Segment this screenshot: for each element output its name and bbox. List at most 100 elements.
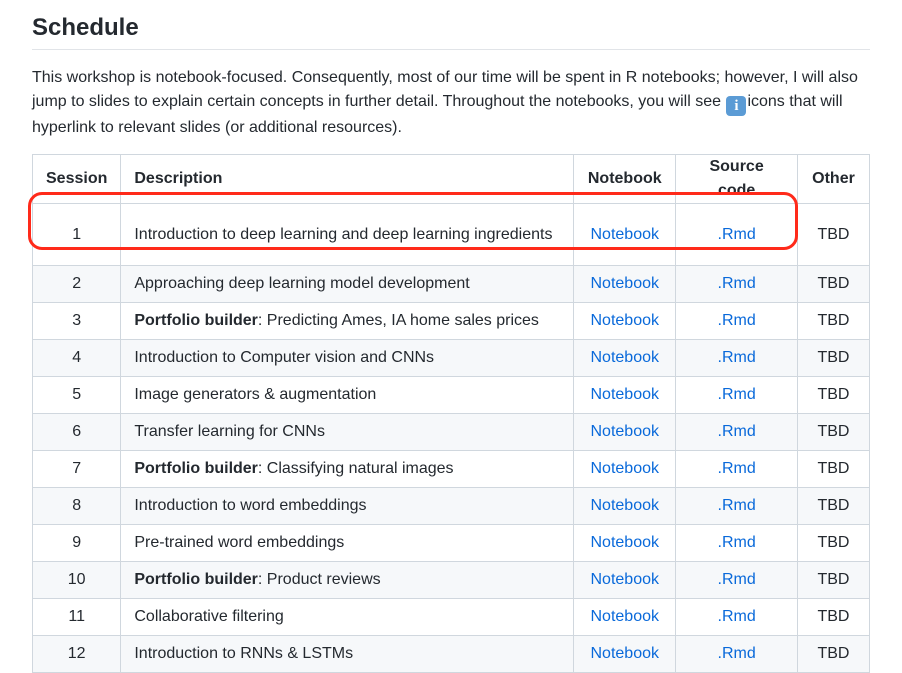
session-description-text: Pre-trained word embeddings <box>134 534 345 551</box>
source-code-cell: .Rmd <box>675 487 798 525</box>
rmd-link[interactable]: .Rmd <box>718 423 756 440</box>
notebook-link[interactable]: Notebook <box>591 608 660 625</box>
header-other: Other <box>796 154 871 204</box>
header-description: Description <box>120 154 575 204</box>
notebook-link[interactable]: Notebook <box>591 312 660 329</box>
notebook-cell: Notebook <box>573 487 677 525</box>
session-description: Portfolio builder: Classifying natural i… <box>120 450 575 488</box>
table-row: 3 Portfolio builder: Predicting Ames, IA … <box>31 302 871 340</box>
portfolio-builder-label: Portfolio builder <box>134 571 258 588</box>
notebook-link[interactable]: Notebook <box>591 460 660 477</box>
session-number: 12 <box>31 635 122 673</box>
session-description: Transfer learning for CNNs <box>120 413 575 451</box>
info-icon: i <box>726 96 747 116</box>
notebook-link[interactable]: Notebook <box>591 386 660 403</box>
session-description: Introduction to Computer vision and CNNs <box>120 339 575 377</box>
other-cell: TBD <box>796 265 871 303</box>
notebook-cell: Notebook <box>573 524 677 562</box>
header-source-code: Source code <box>675 154 798 204</box>
session-number: 2 <box>31 265 122 303</box>
session-description: Pre-trained word embeddings <box>120 524 575 562</box>
notebook-link[interactable]: Notebook <box>591 349 660 366</box>
notebook-link[interactable]: Notebook <box>591 534 660 551</box>
source-code-cell: .Rmd <box>675 376 798 414</box>
source-code-cell: .Rmd <box>675 598 798 636</box>
notebook-link[interactable]: Notebook <box>591 497 660 514</box>
rmd-link[interactable]: .Rmd <box>718 571 756 588</box>
rmd-link[interactable]: .Rmd <box>718 608 756 625</box>
table-row: 4 Introduction to Computer vision and CNN… <box>31 339 871 377</box>
session-description-text: Introduction to deep learning and deep l… <box>134 225 553 243</box>
source-code-cell: .Rmd <box>675 524 798 562</box>
notebook-cell: Notebook <box>573 561 677 599</box>
session-description-text: Transfer learning for CNNs <box>134 423 325 440</box>
session-description: Introduction to RNNs & LSTMs <box>120 635 575 673</box>
notebook-cell: Notebook <box>573 450 677 488</box>
notebook-cell: Notebook <box>573 265 677 303</box>
header-session: Session <box>31 154 122 204</box>
session-description-text: Image generators & augmentation <box>134 386 377 403</box>
table-row: 10 Portfolio builder: Product reviews Note… <box>31 561 871 599</box>
other-cell: TBD <box>796 302 871 340</box>
session-description-text: Collaborative filtering <box>134 608 284 625</box>
session-number: 9 <box>31 524 122 562</box>
other-cell: TBD <box>796 376 871 414</box>
session-number: 8 <box>31 487 122 525</box>
notebook-cell: Notebook <box>573 635 677 673</box>
rmd-link[interactable]: .Rmd <box>718 645 756 662</box>
portfolio-builder-label: Portfolio builder <box>134 312 258 329</box>
section-heading: Schedule <box>32 12 870 50</box>
session-number: 11 <box>31 598 122 636</box>
table-header-row: Session Description Notebook Source code… <box>31 154 871 204</box>
source-code-cell: .Rmd <box>675 450 798 488</box>
other-cell: TBD <box>796 598 871 636</box>
session-number: 3 <box>31 302 122 340</box>
notebook-link[interactable]: Notebook <box>591 275 660 292</box>
source-code-cell: .Rmd <box>675 413 798 451</box>
rmd-link[interactable]: .Rmd <box>718 386 756 403</box>
rmd-link[interactable]: .Rmd <box>718 226 756 243</box>
session-number: 4 <box>31 339 122 377</box>
table-row: 12 Introduction to RNNs & LSTMs Notebook .R… <box>31 635 871 673</box>
session-description: Image generators & augmentation <box>120 376 575 414</box>
rmd-link[interactable]: .Rmd <box>718 312 756 329</box>
notebook-link[interactable]: Notebook <box>591 226 660 243</box>
notebook-cell: Notebook <box>573 598 677 636</box>
other-cell: TBD <box>796 487 871 525</box>
session-description-text: Approaching deep learning model developm… <box>134 275 470 292</box>
notebook-cell: Notebook <box>573 376 677 414</box>
table-row: 7 Portfolio builder: Classifying natural … <box>31 450 871 488</box>
other-cell: TBD <box>796 413 871 451</box>
notebook-link[interactable]: Notebook <box>591 423 660 440</box>
notebook-cell: Notebook <box>573 302 677 340</box>
other-cell: TBD <box>796 450 871 488</box>
rmd-link[interactable]: .Rmd <box>718 275 756 292</box>
source-code-cell: .Rmd <box>675 561 798 599</box>
notebook-cell: Notebook <box>573 413 677 451</box>
other-cell: TBD <box>796 339 871 377</box>
table-row: 5 Image generators & augmentation Notebook… <box>31 376 871 414</box>
session-number: 5 <box>31 376 122 414</box>
table-row: 11 Collaborative filtering Notebook .Rmd TBD <box>31 598 871 636</box>
session-number: 7 <box>31 450 122 488</box>
notebook-link[interactable]: Notebook <box>591 645 660 662</box>
other-cell: TBD <box>796 203 871 266</box>
source-code-cell: .Rmd <box>675 302 798 340</box>
session-description: Portfolio builder: Product reviews <box>120 561 575 599</box>
rmd-link[interactable]: .Rmd <box>718 534 756 551</box>
notebook-link[interactable]: Notebook <box>591 571 660 588</box>
notebook-cell: Notebook <box>573 203 677 266</box>
page-title: Schedule <box>32 14 139 41</box>
table-row: 9 Pre-trained word embeddings Notebook .Rmd… <box>31 524 871 562</box>
session-description-text: Introduction to word embeddings <box>134 497 367 514</box>
other-cell: TBD <box>796 524 871 562</box>
portfolio-builder-label: Portfolio builder <box>134 460 258 477</box>
rmd-link[interactable]: .Rmd <box>718 460 756 477</box>
other-cell: TBD <box>796 635 871 673</box>
session-description-text: Introduction to Computer vision and CNNs <box>134 349 435 366</box>
rmd-link[interactable]: .Rmd <box>718 349 756 366</box>
table-row: 2 Approaching deep learning model develop… <box>31 265 871 303</box>
source-code-cell: .Rmd <box>675 265 798 303</box>
session-description: Portfolio builder: Predicting Ames, IA h… <box>120 302 575 340</box>
rmd-link[interactable]: .Rmd <box>718 497 756 514</box>
